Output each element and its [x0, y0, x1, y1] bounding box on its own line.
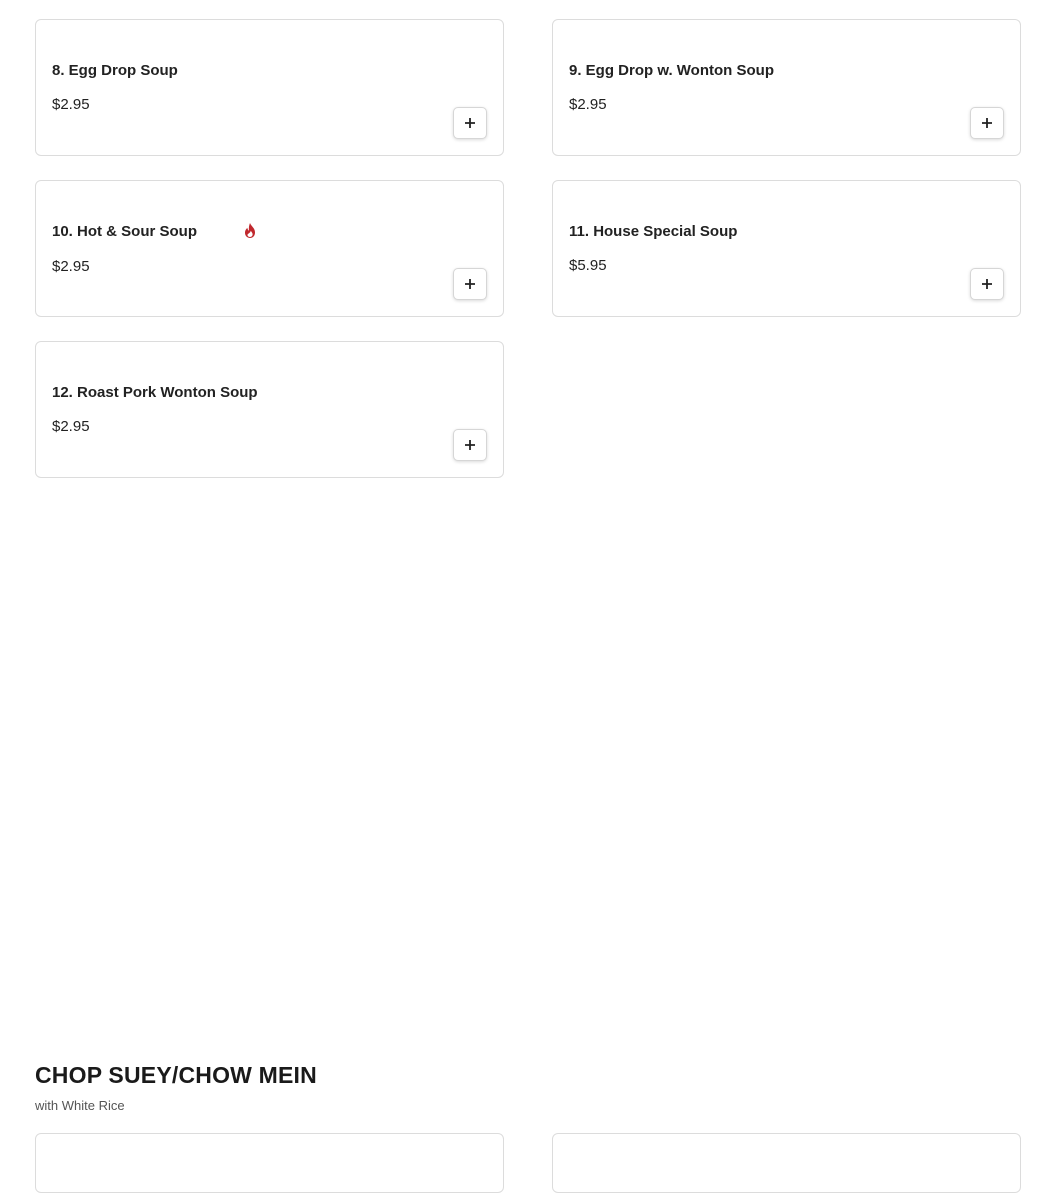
spicy-flame-icon	[245, 223, 255, 238]
plus-icon	[465, 279, 475, 289]
menu-item-price: $2.95	[52, 418, 90, 435]
menu-item-name: 12. Roast Pork Wonton Soup	[52, 384, 258, 401]
add-to-cart-button[interactable]	[453, 429, 487, 461]
menu-item-card[interactable]: 8. Egg Drop Soup $2.95	[35, 19, 504, 156]
add-to-cart-button[interactable]	[970, 268, 1004, 300]
menu-item-price: $2.95	[569, 96, 607, 113]
plus-icon	[465, 440, 475, 450]
menu-item-card[interactable]	[552, 1133, 1021, 1193]
menu-item-price: $2.95	[52, 258, 90, 275]
menu-item-card[interactable]: 12. Roast Pork Wonton Soup $2.95	[35, 341, 504, 478]
plus-icon	[982, 118, 992, 128]
section-subtitle: with White Rice	[35, 1098, 125, 1113]
add-to-cart-button[interactable]	[453, 268, 487, 300]
menu-item-name: 9. Egg Drop w. Wonton Soup	[569, 62, 774, 79]
menu-item-price: $5.95	[569, 257, 607, 274]
menu-item-name: 11. House Special Soup	[569, 223, 738, 240]
menu-item-card[interactable]: 11. House Special Soup $5.95	[552, 180, 1021, 317]
plus-icon	[982, 279, 992, 289]
add-to-cart-button[interactable]	[970, 107, 1004, 139]
menu-item-name: 8. Egg Drop Soup	[52, 62, 178, 79]
menu-item-card[interactable]: 10. Hot & Sour Soup $2.95	[35, 180, 504, 317]
section-title: CHOP SUEY/CHOW MEIN	[35, 1062, 317, 1088]
menu-item-card[interactable]: 9. Egg Drop w. Wonton Soup $2.95	[552, 19, 1021, 156]
plus-icon	[465, 118, 475, 128]
add-to-cart-button[interactable]	[453, 107, 487, 139]
menu-item-name: 10. Hot & Sour Soup	[52, 223, 198, 240]
menu-item-card[interactable]	[35, 1133, 504, 1193]
menu-item-price: $2.95	[52, 96, 90, 113]
